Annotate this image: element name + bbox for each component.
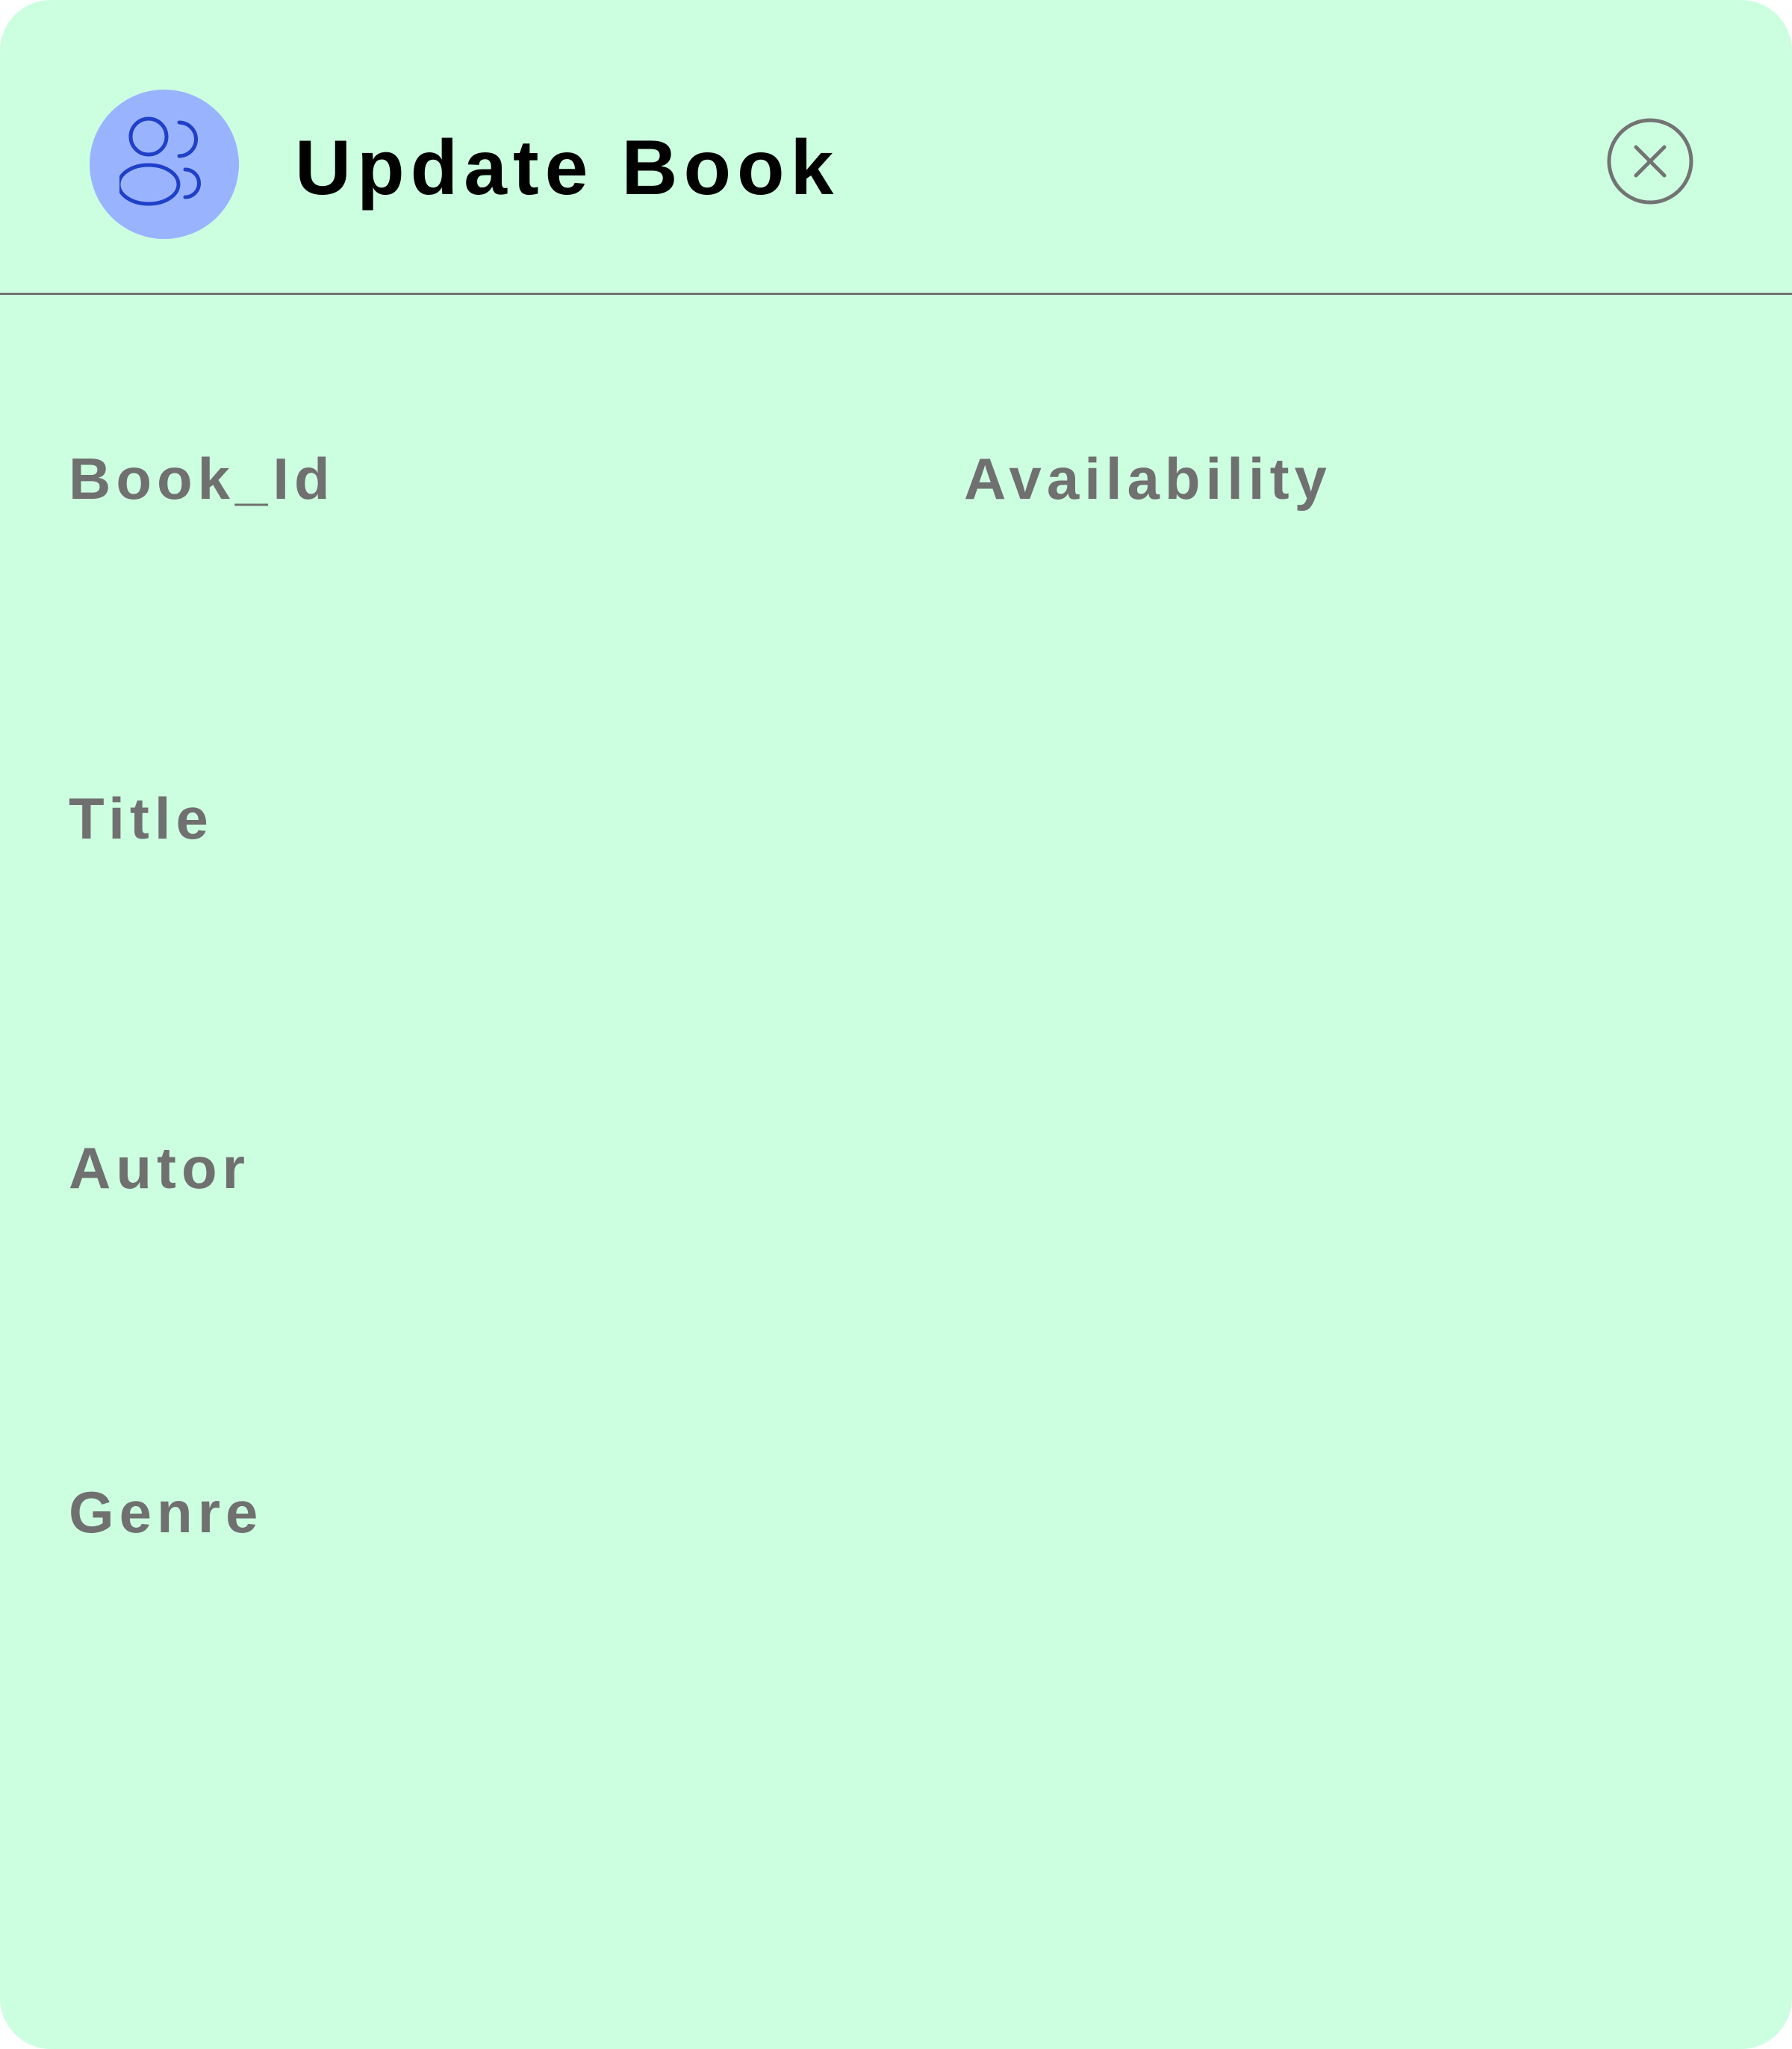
header-divider [0, 293, 1792, 295]
close-circle-icon [1607, 118, 1693, 208]
dialog-title: Update Book [295, 125, 840, 211]
title-label: Title [69, 786, 214, 851]
dialog-header: Update Book [0, 0, 1792, 293]
book-id-input[interactable] [69, 523, 890, 627]
autor-label: Autor [69, 1135, 250, 1201]
genre-label: Genre [69, 1479, 264, 1545]
availability-input[interactable] [964, 523, 1711, 627]
avatar [90, 90, 239, 239]
close-button[interactable] [1607, 118, 1693, 205]
genre-input[interactable] [69, 1561, 1711, 1665]
title-input[interactable] [69, 866, 1711, 971]
update-book-dialog: Update Book Book_Id Availability Title A… [0, 0, 1792, 2049]
book-id-label: Book_Id [69, 446, 335, 512]
availability-label: Availability [964, 446, 1332, 512]
autor-input[interactable] [69, 1213, 1711, 1318]
